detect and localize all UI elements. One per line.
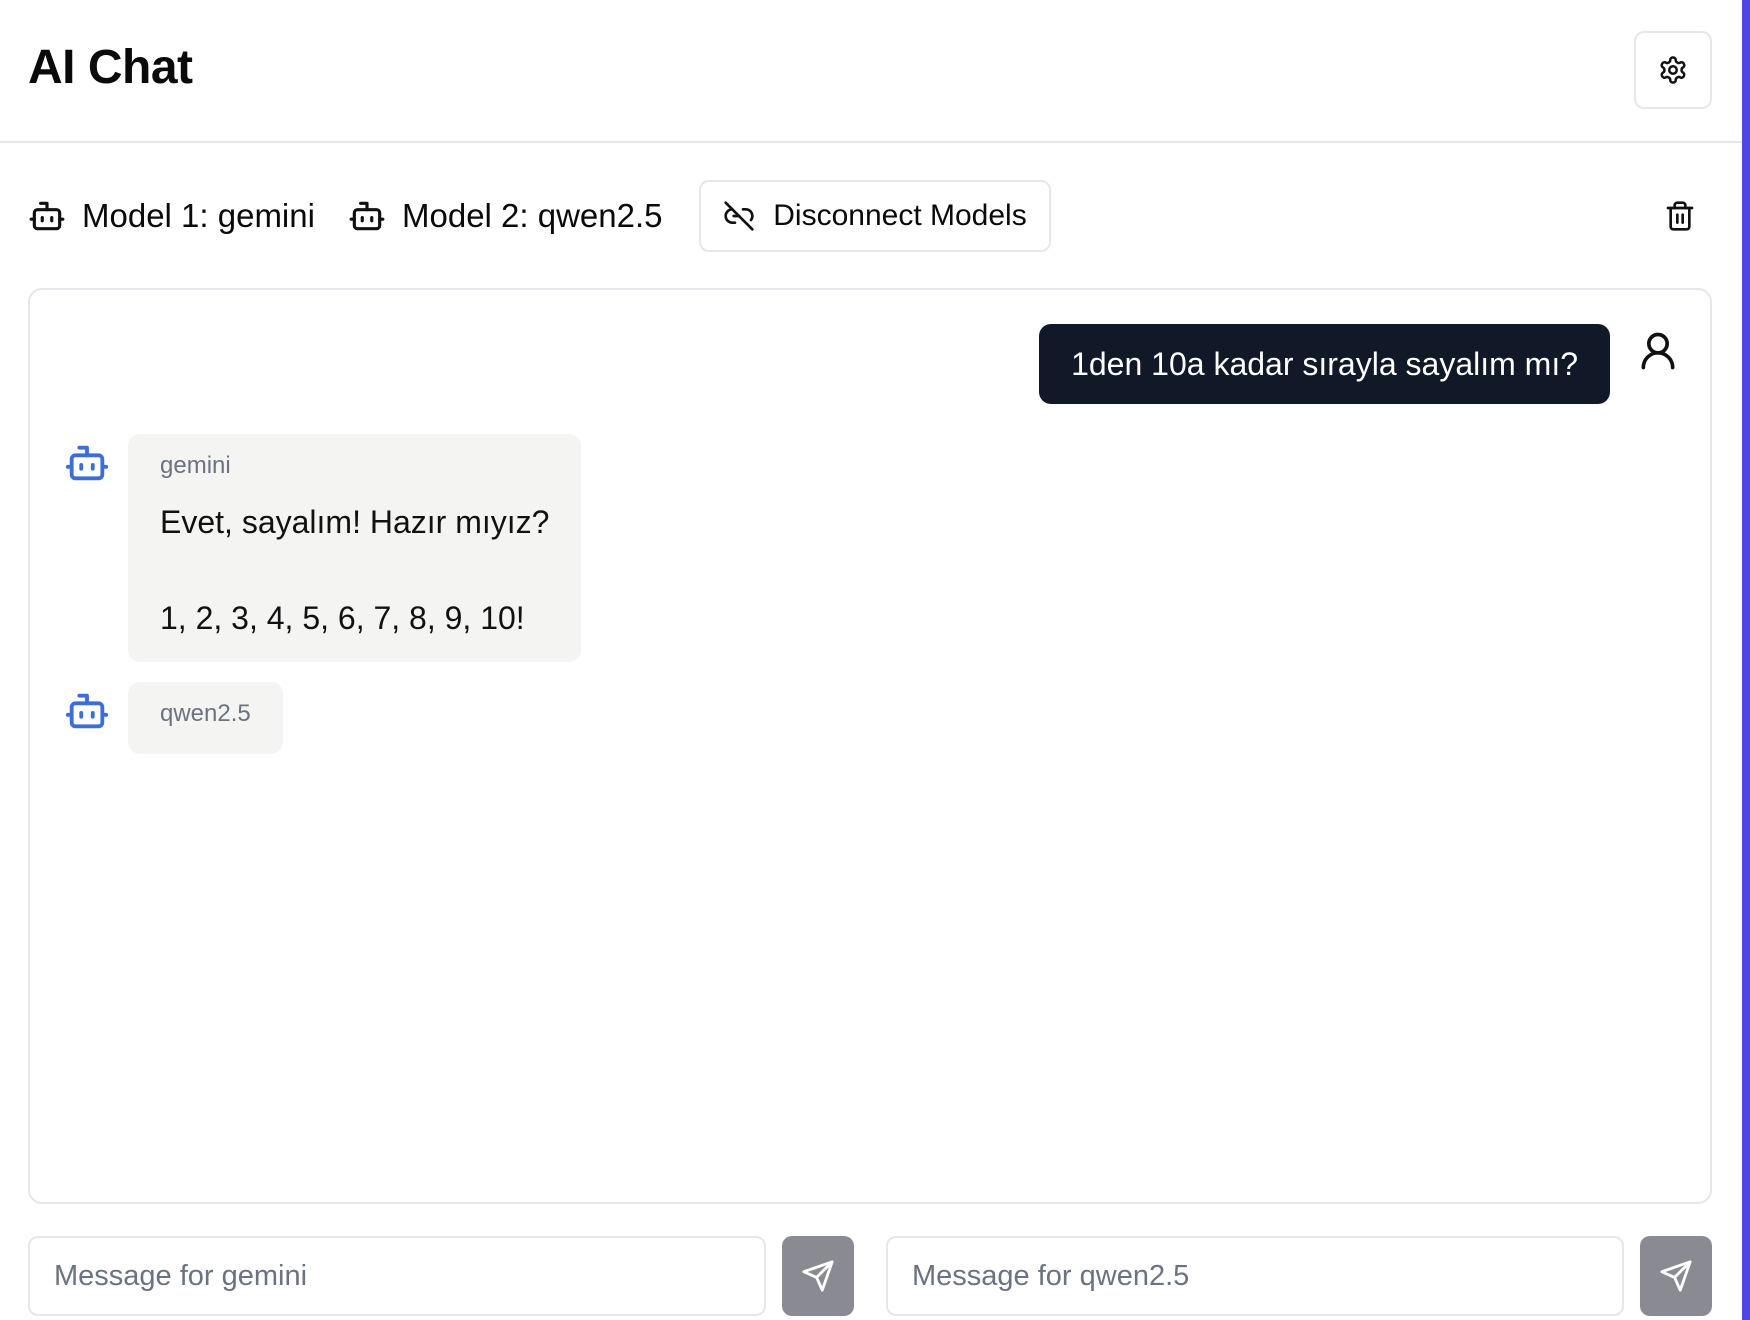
disconnect-models-button[interactable]: Disconnect Models bbox=[699, 180, 1051, 252]
window-edge bbox=[1742, 0, 1750, 1320]
bot-icon bbox=[65, 693, 109, 729]
send-icon bbox=[1660, 1260, 1692, 1292]
header: AI Chat bbox=[0, 0, 1742, 143]
gear-icon bbox=[1660, 56, 1686, 84]
model-2-message-input[interactable] bbox=[886, 1236, 1624, 1316]
model-2-send-button[interactable] bbox=[1640, 1236, 1712, 1316]
disconnect-label: Disconnect Models bbox=[773, 199, 1027, 232]
app-window: AI Chat Model 1: gemini Model 2: qwen2.5 bbox=[0, 0, 1750, 1320]
model-bar: Model 1: gemini Model 2: qwen2.5 Disconn… bbox=[28, 180, 1712, 252]
trash-icon bbox=[1666, 201, 1694, 231]
assistant-name: gemini bbox=[160, 452, 231, 479]
assistant-message-bubble: qwen2.5 bbox=[128, 682, 283, 754]
model-2-label: Model 2: qwen2.5 bbox=[348, 180, 663, 252]
settings-button[interactable] bbox=[1634, 31, 1712, 109]
page-title: AI Chat bbox=[28, 41, 193, 94]
user-message: 1den 10a kadar sırayla sayalım mı? bbox=[1039, 324, 1680, 404]
assistant-message: gemini Evet, sayalım! Hazır mıyız? 1, 2,… bbox=[64, 434, 582, 662]
unlink-icon bbox=[724, 201, 754, 231]
model-1-message-input[interactable] bbox=[28, 1236, 766, 1316]
bot-icon bbox=[349, 201, 385, 231]
bot-icon bbox=[65, 445, 109, 481]
model-2-name: Model 2: qwen2.5 bbox=[402, 197, 663, 234]
assistant-message: qwen2.5 bbox=[64, 682, 283, 754]
assistant-name: qwen2.5 bbox=[160, 700, 251, 727]
assistant-message-text: Evet, sayalım! Hazır mıyız? 1, 2, 3, 4, … bbox=[160, 504, 550, 636]
user-message-bubble: 1den 10a kadar sırayla sayalım mı? bbox=[1039, 324, 1610, 404]
model-1-send-button[interactable] bbox=[782, 1236, 854, 1316]
send-icon bbox=[802, 1260, 834, 1292]
user-icon bbox=[1641, 332, 1675, 370]
assistant-message-bubble: gemini Evet, sayalım! Hazır mıyız? 1, 2,… bbox=[128, 434, 582, 662]
bot-icon bbox=[29, 201, 65, 231]
model-1-label: Model 1: gemini bbox=[28, 180, 315, 252]
model-1-name: Model 1: gemini bbox=[82, 197, 315, 234]
clear-chat-button[interactable] bbox=[1654, 190, 1706, 242]
chat-area[interactable]: 1den 10a kadar sırayla sayalım mı? gemin… bbox=[28, 288, 1712, 1204]
